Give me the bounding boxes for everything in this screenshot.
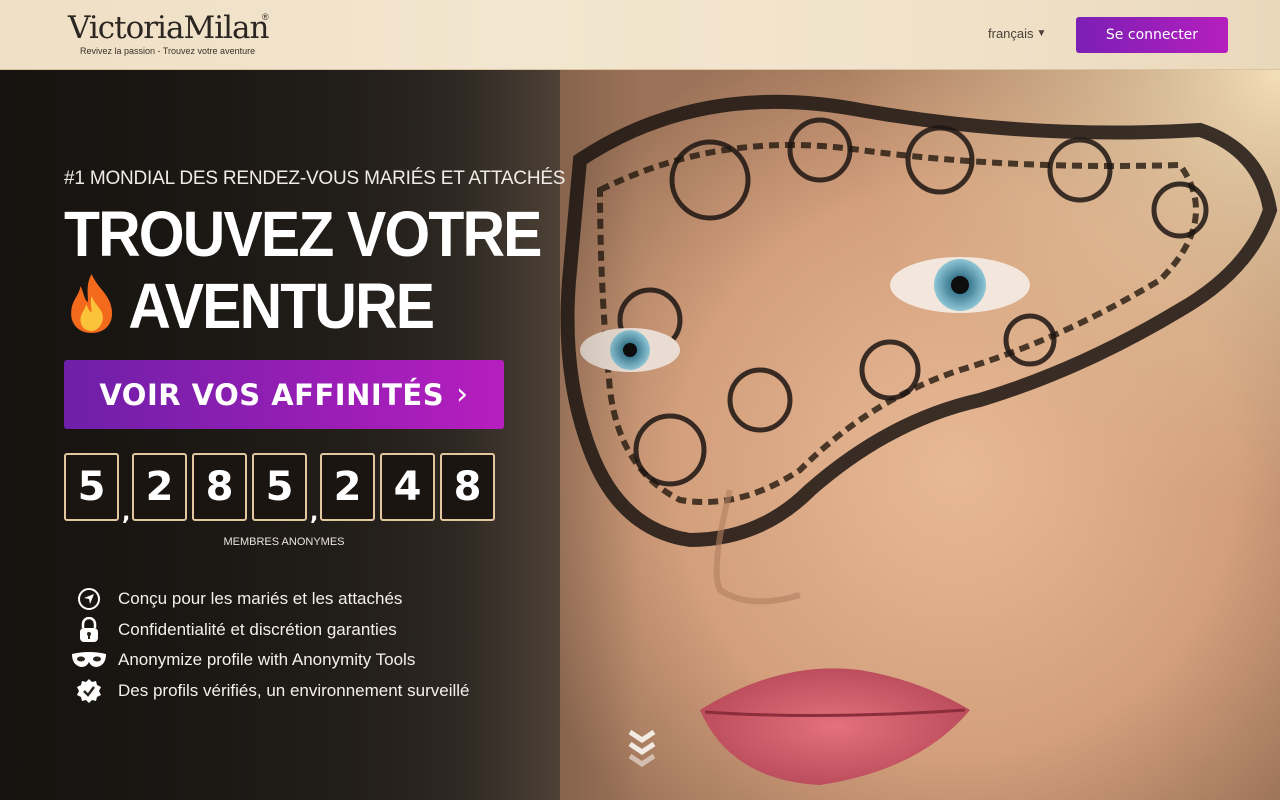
hero-headline: TROUVEZ VOTRE AVENTURE	[64, 198, 542, 342]
feature-text: Conçu pour les mariés et les attachés	[118, 589, 403, 609]
login-button[interactable]: Se connecter	[1076, 17, 1228, 53]
headline-line-1: TROUVEZ VOTRE	[64, 198, 542, 270]
counter-digit: 2	[320, 453, 375, 521]
fire-icon	[71, 274, 113, 333]
chevron-right-icon: ›	[456, 377, 469, 412]
feature-text: Anonymize profile with Anonymity Tools	[118, 650, 416, 670]
logo-registered-mark: ®	[262, 12, 269, 22]
member-counter: 5 , 2 8 5 , 2 4 8	[64, 451, 500, 526]
counter-digit: 4	[380, 453, 435, 521]
feature-text: Des profils vérifiés, un environnement s…	[118, 680, 470, 700]
mask-icon	[70, 647, 108, 673]
headline-line-2-wrapper: AVENTURE	[64, 270, 541, 342]
feature-item: Des profils vérifiés, un environnement s…	[70, 676, 470, 707]
feature-item: Conçu pour les mariés et les attachés	[70, 584, 470, 615]
location-icon	[70, 586, 108, 612]
hero-background-image	[560, 70, 1280, 800]
logo-tagline: Revivez la passion - Trouvez votre avent…	[80, 46, 256, 56]
headline-line-2: AVENTURE	[128, 270, 435, 342]
counter-digit: 2	[132, 453, 187, 521]
counter-label: MEMBRES ANONYMES	[223, 536, 345, 548]
feature-text: Confidentialité et discrétion garanties	[118, 619, 397, 639]
feature-item: Anonymize profile with Anonymity Tools	[70, 645, 470, 676]
hero-kicker: #1 MONDIAL DES RENDEZ-VOUS MARIÉS ET ATT…	[64, 168, 566, 189]
counter-digit: 8	[440, 453, 495, 521]
victoriamilan-logo[interactable]: VictoriaMilan ® Revivez la passion - Tro…	[68, 10, 278, 60]
language-selector[interactable]: français ▼	[988, 26, 1046, 41]
site-header: VictoriaMilan ® Revivez la passion - Tro…	[0, 0, 1280, 70]
counter-separator: ,	[122, 501, 131, 526]
cta-label: VOIR VOS AFFINITÉS	[99, 377, 445, 412]
language-label: français	[988, 26, 1034, 41]
feature-item: Confidentialité et discrétion garanties	[70, 615, 470, 646]
caret-down-icon: ▼	[1036, 28, 1047, 39]
lock-icon	[70, 616, 108, 643]
hero-section: #1 MONDIAL DES RENDEZ-VOUS MARIÉS ET ATT…	[0, 70, 1280, 800]
feature-list: Conçu pour les mariés et les attachés Co…	[70, 584, 470, 706]
see-matches-button[interactable]: VOIR VOS AFFINITÉS ›	[64, 360, 504, 429]
counter-digit: 5	[252, 453, 307, 521]
logo-wordmark: VictoriaMilan	[68, 10, 269, 46]
counter-digit: 5	[64, 453, 119, 521]
double-chevron-down-icon[interactable]	[626, 728, 658, 776]
counter-separator: ,	[310, 501, 319, 526]
counter-digit: 8	[192, 453, 247, 521]
verified-badge-icon	[70, 678, 108, 704]
